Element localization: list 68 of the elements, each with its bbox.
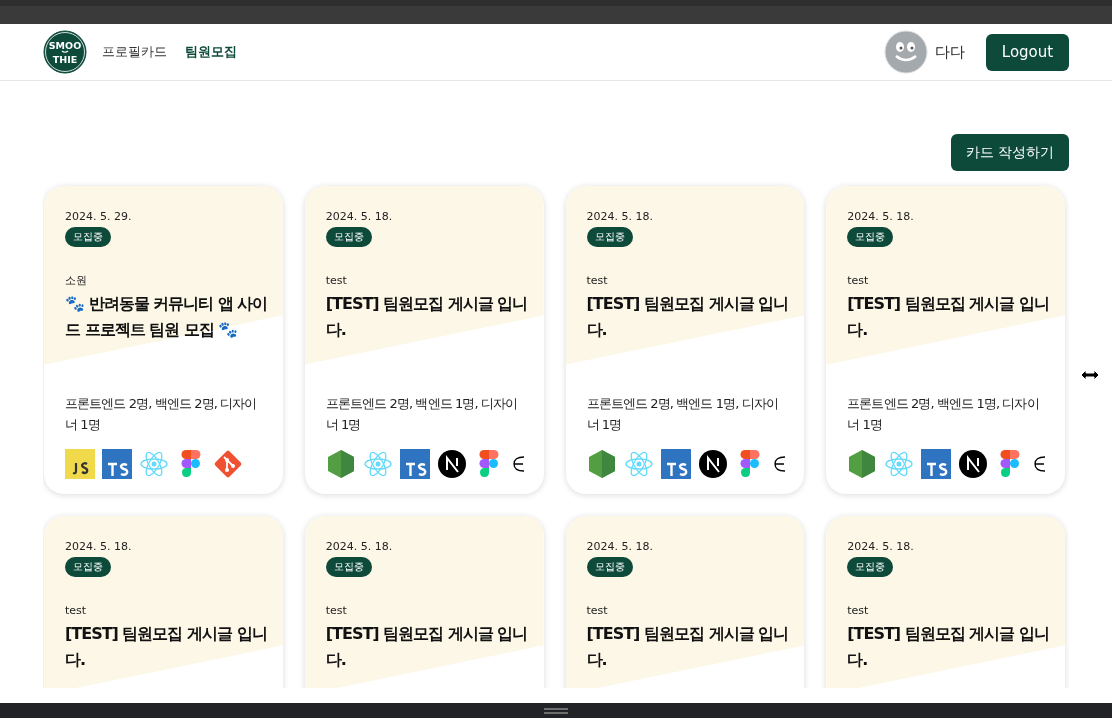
post-date: 2024. 5. 18. xyxy=(325,209,393,225)
post-date: 2024. 5. 18. xyxy=(65,539,132,555)
author-name: test xyxy=(325,603,347,619)
status-badge: 모집중 xyxy=(586,227,633,247)
roles-text: 프론트엔드 2명, 백엔드 2명, 디자이너 1명 xyxy=(65,395,258,434)
author-name: test xyxy=(847,603,869,619)
status-badge: 모집중 xyxy=(586,557,633,577)
status-badge: 모집중 xyxy=(325,227,372,247)
recruit-card[interactable]: 2024. 5. 18. 모집중 test [TEST] 팀원모집 게시글 입니다. xyxy=(565,516,805,688)
post-title: [TEST] 팀원모집 게시글 입니다. xyxy=(847,623,1050,671)
ts-icon xyxy=(102,449,132,479)
ts-icon xyxy=(921,449,952,479)
post-title: [TEST] 팀원모집 게시글 입니다. xyxy=(325,623,529,671)
roles-text: 프론트엔드 2명, 백엔드 1명, 디자이너 1명 xyxy=(586,395,779,434)
post-title: [TEST] 팀원모집 게시글 입니다. xyxy=(65,623,268,671)
hexagon-icon xyxy=(325,449,356,479)
react-icon xyxy=(623,449,654,479)
ts-icon xyxy=(399,449,430,479)
react-icon xyxy=(884,449,915,479)
post-title: [TEST] 팀원모집 게시글 입니다. xyxy=(586,623,790,671)
recruit-card[interactable]: 2024. 5. 18. 모집중 test [TEST] 팀원모집 게시글 입니다. xyxy=(44,516,283,688)
nav-link[interactable]: 프로필카드 xyxy=(102,42,167,62)
post-date: 2024. 5. 18. xyxy=(586,539,653,555)
author-name: 소원 xyxy=(65,273,87,289)
status-badge: 모집중 xyxy=(325,557,372,577)
recruit-card[interactable]: 2024. 5. 18. 모집중 test [TEST] 팀원모집 게시글 입니다. 프론트엔드 2명, 백엔드 1명, 디자이너 1명 xyxy=(826,186,1065,494)
hexagon-icon xyxy=(586,449,617,479)
status-badge: 모집중 xyxy=(65,227,111,247)
n-logo-icon xyxy=(958,449,989,479)
react-icon xyxy=(139,449,169,479)
hexagon-icon xyxy=(847,449,878,479)
author-name: test xyxy=(586,273,608,289)
roles-text: 프론트엔드 2명, 백엔드 1명, 디자이너 1명 xyxy=(325,395,519,434)
recruit-card[interactable]: 2024. 5. 18. 모집중 test [TEST] 팀원모집 게시글 입니다. xyxy=(826,516,1065,688)
author-name: test xyxy=(325,273,347,289)
status-badge: 모집중 xyxy=(847,557,894,577)
status-badge: 모집중 xyxy=(847,227,894,247)
n-logo-icon xyxy=(697,449,728,479)
post-date: 2024. 5. 29. xyxy=(65,209,132,225)
post-title: [TEST] 팀원모집 게시글 입니다. xyxy=(847,293,1050,341)
n-logo-icon xyxy=(436,449,467,479)
write-card-button[interactable]: 카드 작성하기 xyxy=(951,134,1069,171)
react-icon xyxy=(362,449,393,479)
ts-icon xyxy=(660,449,691,479)
post-title: [TEST] 팀원모집 게시글 입니다. xyxy=(325,293,529,341)
post-date: 2024. 5. 18. xyxy=(586,209,653,225)
post-title: 🐾 반려동물 커뮤니티 앱 사이드 프로젝트 팀원 모집 🐾 xyxy=(65,293,269,341)
logout-button[interactable]: Logout xyxy=(986,33,1069,71)
recruit-card[interactable]: 2024. 5. 29. 모집중 소원 🐾 반려동물 커뮤니티 앱 사이드 프로젝트 팀원 모집 🐾 프론트엔드 2명, 백엔드 2명, 디자이너 1명 xyxy=(44,186,283,494)
author-name: test xyxy=(847,273,869,289)
recruit-card[interactable]: 2024. 5. 18. 모집중 test [TEST] 팀원모집 게시글 입니다. 프론트엔드 2명, 백엔드 1명, 디자이너 1명 xyxy=(304,186,544,494)
js-icon xyxy=(65,449,95,479)
post-date: 2024. 5. 18. xyxy=(847,539,914,555)
author-name: test xyxy=(586,603,608,619)
nav-link[interactable]: 팀원모집 xyxy=(185,42,237,62)
logo[interactable]: SMOO THIE xyxy=(43,30,87,74)
avatar-icon[interactable] xyxy=(884,30,928,74)
author-name: test xyxy=(65,603,87,619)
post-date: 2024. 5. 18. xyxy=(325,539,393,555)
recruit-card[interactable]: 2024. 5. 18. 모집중 test [TEST] 팀원모집 게시글 입니다. xyxy=(304,516,544,688)
resize-cursor-icon xyxy=(1080,368,1100,382)
status-badge: 모집중 xyxy=(65,557,111,577)
post-title: [TEST] 팀원모집 게시글 입니다. xyxy=(586,293,790,341)
user-name: 다다 xyxy=(935,41,965,63)
drag-handle-icon[interactable] xyxy=(544,707,568,714)
roles-text: 프론트엔드 2명, 백엔드 1명, 디자이너 1명 xyxy=(847,395,1040,434)
recruit-card[interactable]: 2024. 5. 18. 모집중 test [TEST] 팀원모집 게시글 입니다. 프론트엔드 2명, 백엔드 1명, 디자이너 1명 xyxy=(565,186,805,494)
post-date: 2024. 5. 18. xyxy=(847,209,914,225)
